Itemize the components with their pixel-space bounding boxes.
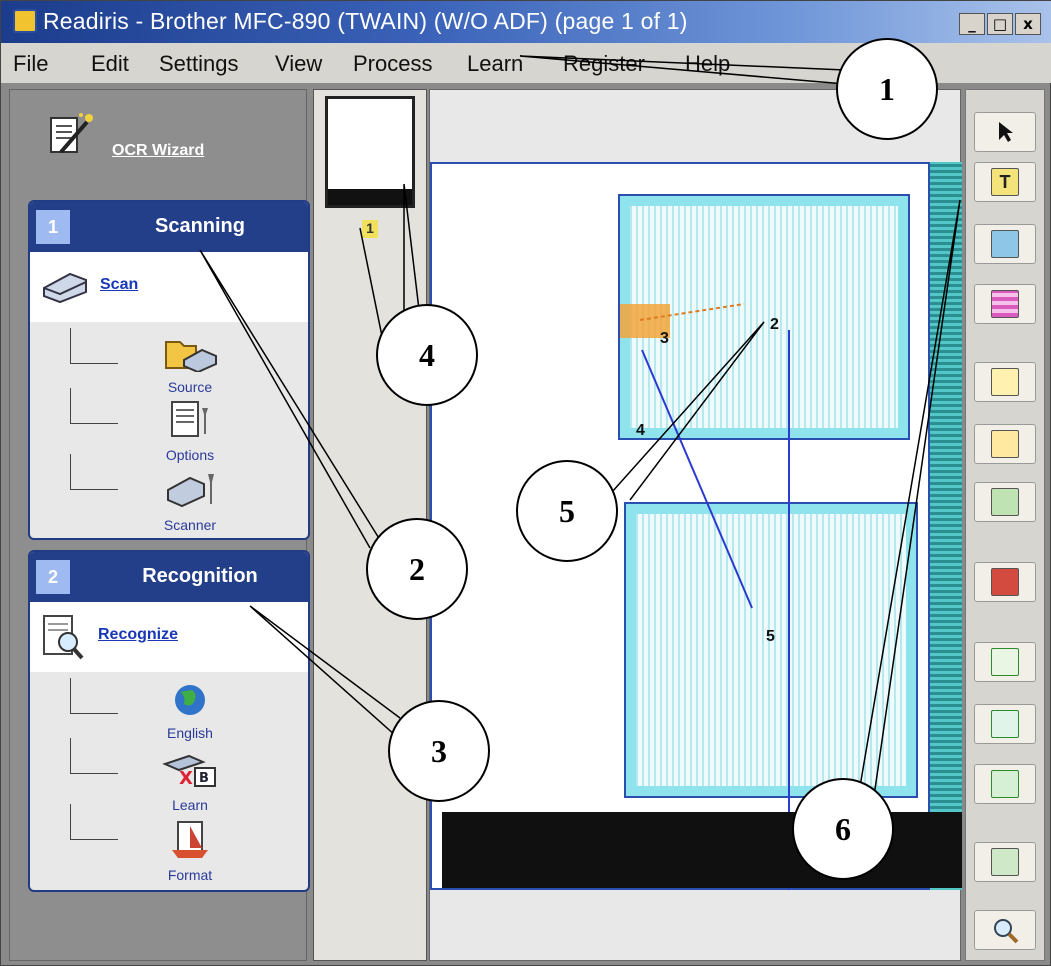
wizard-panel: OCR Wizard 1 Scanning Scan Source Option… xyxy=(9,89,310,961)
scan-row: Scan xyxy=(30,252,308,322)
tree-connector xyxy=(70,738,118,774)
window-title: Readiris - Brother MFC-890 (TWAIN) (W/O … xyxy=(43,8,688,34)
scanning-header[interactable]: 1 Scanning xyxy=(30,202,308,252)
section-title: Scanning xyxy=(154,215,245,237)
menu-help[interactable]: Help xyxy=(685,51,730,77)
tree-connector xyxy=(70,388,118,424)
recognize-link[interactable]: Recognize xyxy=(98,626,178,644)
tree-connector xyxy=(70,678,118,714)
tree-connector xyxy=(70,454,118,490)
page-thumbnail[interactable] xyxy=(325,96,415,208)
maximize-button[interactable]: □ xyxy=(987,13,1013,35)
svg-text:X: X xyxy=(179,768,193,789)
scan-link[interactable]: Scan xyxy=(100,276,138,294)
book-icon xyxy=(991,568,1019,596)
readiris-app-icon xyxy=(13,9,37,33)
pointer-icon xyxy=(999,122,1013,142)
callout-3: 3 xyxy=(388,700,490,802)
zone-toolbar: T xyxy=(965,89,1045,961)
add-zone-icon xyxy=(991,368,1019,396)
english-item[interactable]: English xyxy=(130,682,250,741)
add-zone-button[interactable] xyxy=(974,362,1036,402)
menu-register[interactable]: Register xyxy=(563,51,645,77)
zoom-fit-icon xyxy=(991,648,1019,676)
menu-learn[interactable]: Learn xyxy=(467,51,523,77)
source-label: Source xyxy=(167,379,213,395)
menu-view[interactable]: View xyxy=(275,51,322,77)
scanner-wrench-icon xyxy=(167,474,214,508)
learn-label: Learn xyxy=(172,797,208,813)
page-edge-strip xyxy=(928,162,962,890)
callout-2: 2 xyxy=(366,518,468,620)
scanner-label: Scanner xyxy=(163,517,217,533)
menu-edit[interactable]: Edit xyxy=(91,51,129,77)
zoom-fit-button[interactable] xyxy=(974,642,1036,682)
magnifier-icon xyxy=(994,919,1019,944)
text-zone-button[interactable]: T xyxy=(974,162,1036,202)
tree-connector xyxy=(70,328,118,364)
format-icon xyxy=(172,821,208,858)
recognition-header[interactable]: 2 Recognition xyxy=(30,552,308,602)
section-title: Recognition xyxy=(142,565,258,587)
folder-scanner-icon xyxy=(165,341,217,374)
title-bar: Readiris - Brother MFC-890 (TWAIN) (W/O … xyxy=(1,1,1051,43)
table-zone-button[interactable] xyxy=(974,284,1036,324)
callout-6: 6 xyxy=(792,778,894,880)
menu-settings[interactable]: Settings xyxy=(159,51,239,77)
graphic-zone-button[interactable] xyxy=(974,224,1036,264)
close-button[interactable]: x xyxy=(1015,13,1041,35)
text-zone-icon: T xyxy=(991,168,1019,196)
callout-1: 1 xyxy=(836,38,938,140)
thumbnail-dark-band xyxy=(328,189,412,205)
actual-size-icon xyxy=(991,770,1019,798)
replace-page-button[interactable] xyxy=(974,482,1036,522)
insert-page-button[interactable] xyxy=(974,424,1036,464)
options-icon xyxy=(171,401,208,437)
insert-page-icon xyxy=(991,430,1019,458)
callout-4: 4 xyxy=(376,304,478,406)
minimize-button[interactable]: _ xyxy=(959,13,985,35)
fit-width-button[interactable] xyxy=(974,704,1036,744)
fit-width-icon xyxy=(991,710,1019,738)
english-label: English xyxy=(167,725,213,741)
ocr-wizard-link[interactable]: OCR Wizard xyxy=(112,142,204,160)
actual-size-button[interactable] xyxy=(974,764,1036,804)
graphic-zone-icon xyxy=(991,230,1019,258)
callout-5: 5 xyxy=(516,460,618,562)
tree-connector xyxy=(70,804,118,840)
book-button[interactable] xyxy=(974,562,1036,602)
rotate-button[interactable] xyxy=(974,842,1036,882)
recognize-icon xyxy=(43,615,84,660)
options-item[interactable]: Options xyxy=(130,398,250,463)
scanner-item[interactable]: Scanner xyxy=(130,468,250,533)
options-label: Options xyxy=(165,447,215,463)
scanner-icon xyxy=(43,272,87,304)
scanning-section: 1 Scanning Scan Source Options Scanner xyxy=(28,200,310,540)
recognize-row: Recognize xyxy=(30,602,308,672)
format-item[interactable]: Format xyxy=(130,820,250,883)
format-label: Format xyxy=(167,867,213,883)
menu-process[interactable]: Process xyxy=(353,51,432,77)
globe-icon xyxy=(175,685,205,715)
wizard-icon[interactable] xyxy=(47,112,95,158)
replace-page-icon xyxy=(991,488,1019,516)
source-item[interactable]: Source xyxy=(130,330,250,395)
svg-text:B: B xyxy=(199,771,209,786)
section-number: 2 xyxy=(36,560,70,594)
menu-file[interactable]: File xyxy=(13,51,48,77)
learn-item[interactable]: X B Learn xyxy=(130,750,250,813)
recognition-section: 2 Recognition Recognize English X B Lear… xyxy=(28,550,310,892)
learn-icon: X B xyxy=(162,754,216,789)
rotate-icon xyxy=(991,848,1019,876)
table-zone-icon xyxy=(991,290,1019,318)
pointer-tool-button[interactable] xyxy=(974,112,1036,152)
section-number: 1 xyxy=(36,210,70,244)
thumbnail-page-number: 1 xyxy=(362,220,378,238)
magnifier-button[interactable] xyxy=(974,910,1036,950)
